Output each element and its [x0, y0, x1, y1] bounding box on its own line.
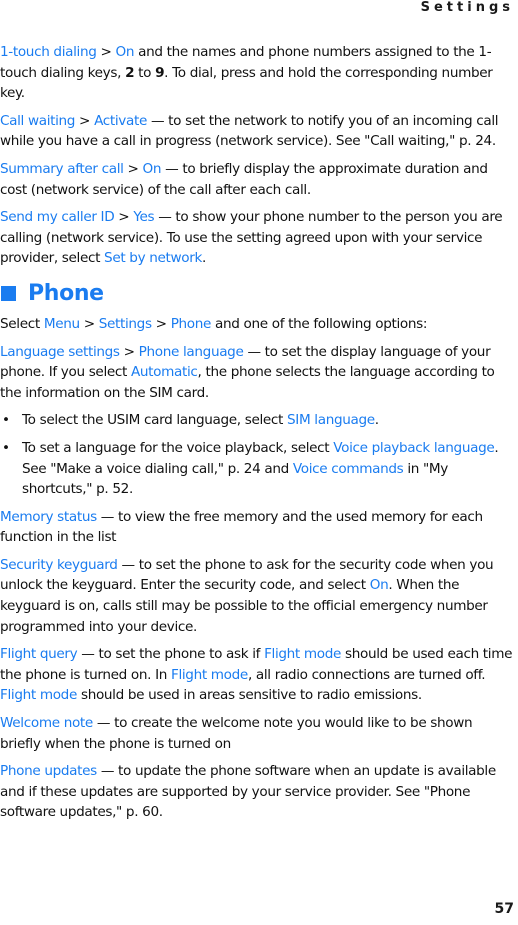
- term-security-keyguard: Security keyguard: [0, 556, 118, 573]
- option-flight-mode: Flight mode: [264, 646, 342, 663]
- touch-dialing-paragraph: 1-touch dialing > On and the names and p…: [0, 42, 514, 104]
- menu-path-menu: Menu: [43, 315, 80, 332]
- bullet-text: .: [374, 412, 379, 429]
- menu-separator: >: [123, 160, 143, 177]
- option-voice-commands: Voice commands: [292, 460, 404, 477]
- bullet-item-voice-playback: • To set a language for the voice playbac…: [0, 438, 514, 500]
- page-content: 1-touch dialing > On and the names and p…: [0, 42, 514, 830]
- call-waiting-paragraph: Call waiting > Activate — to set the net…: [0, 111, 514, 152]
- term-summary-after-call: Summary after call: [0, 160, 124, 177]
- menu-separator: >: [79, 315, 99, 332]
- section-square-icon: [1, 286, 16, 302]
- intro-text: and one of the following options:: [211, 315, 428, 332]
- option-flight-mode: Flight mode: [170, 666, 248, 683]
- value-on: On: [142, 160, 162, 177]
- menu-separator: >: [114, 209, 134, 226]
- menu-separator: >: [151, 315, 171, 332]
- menu-separator: >: [119, 343, 139, 360]
- term-memory-status: Memory status: [0, 508, 97, 525]
- description-text: , all radio connections are turned off.: [247, 666, 486, 683]
- bullet-text: To set a language for the voice playback…: [22, 439, 334, 456]
- option-automatic: Automatic: [130, 364, 198, 381]
- security-keyguard-paragraph: Security keyguard — to set the phone to …: [0, 555, 514, 637]
- phone-intro-paragraph: Select Menu > Settings > Phone and one o…: [0, 314, 514, 335]
- key-range-start: 2: [125, 64, 135, 81]
- welcome-note-paragraph: Welcome note — to create the welcome not…: [0, 713, 514, 754]
- term-1-touch-dialing: 1-touch dialing: [0, 44, 97, 60]
- send-caller-id-paragraph: Send my caller ID > Yes — to show your p…: [0, 207, 514, 269]
- page-number: 57: [494, 901, 514, 917]
- value-phone-language: Phone language: [138, 343, 244, 360]
- section-heading-phone: Phone: [0, 279, 514, 309]
- value-activate: Activate: [94, 112, 147, 129]
- description-text: should be used in areas sensitive to rad…: [76, 687, 422, 704]
- flight-query-paragraph: Flight query — to set the phone to ask i…: [0, 644, 514, 706]
- term-language-settings: Language settings: [0, 343, 120, 360]
- term-welcome-note: Welcome note: [0, 715, 93, 732]
- summary-after-call-paragraph: Summary after call > On — to briefly dis…: [0, 159, 514, 200]
- term-flight-query: Flight query: [0, 646, 78, 663]
- bullet-text: To select the USIM card language, select: [22, 412, 288, 429]
- memory-status-paragraph: Memory status — to view the free memory …: [0, 507, 514, 548]
- bullet-icon: •: [2, 412, 10, 429]
- description-text: to: [134, 64, 156, 81]
- menu-path-phone: Phone: [170, 315, 212, 332]
- description-text: .: [202, 250, 206, 267]
- term-send-my-caller-id: Send my caller ID: [0, 209, 115, 226]
- menu-separator: >: [75, 112, 95, 129]
- term-call-waiting: Call waiting: [0, 112, 76, 129]
- section-heading-text: Phone: [28, 280, 104, 306]
- option-flight-mode: Flight mode: [0, 687, 77, 704]
- term-phone-updates: Phone updates: [0, 763, 97, 780]
- bullet-icon: •: [2, 439, 10, 456]
- language-settings-paragraph: Language settings > Phone language — to …: [0, 342, 514, 404]
- option-voice-playback-language: Voice playback language: [333, 439, 495, 456]
- phone-updates-paragraph: Phone updates — to update the phone soft…: [0, 761, 514, 823]
- option-on: On: [369, 577, 389, 594]
- key-range-end: 9: [155, 64, 165, 81]
- menu-separator: >: [96, 44, 116, 60]
- intro-text: Select: [0, 315, 44, 332]
- menu-path-settings: Settings: [98, 315, 152, 332]
- option-set-by-network: Set by network: [104, 250, 202, 267]
- description-text: — to set the phone to ask if: [77, 646, 265, 663]
- value-on: On: [115, 44, 135, 60]
- option-sim-language: SIM language: [287, 412, 375, 429]
- bullet-item-sim-language: • To select the USIM card language, selec…: [0, 410, 514, 431]
- running-header-title: Settings: [420, 0, 514, 15]
- value-yes: Yes: [133, 209, 155, 226]
